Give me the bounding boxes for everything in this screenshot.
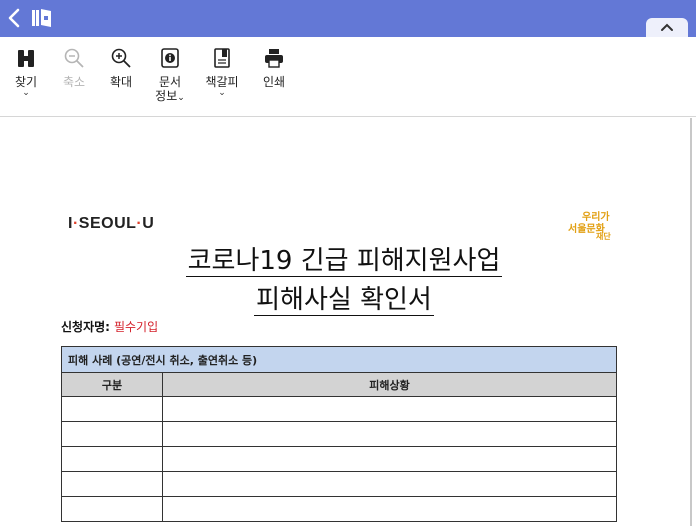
- table-row: [61, 396, 617, 422]
- zoom-in-label: 확대: [109, 75, 133, 89]
- info-icon: [161, 48, 179, 68]
- chevron-down-icon: ⌄: [22, 88, 30, 98]
- bookmark-button[interactable]: 책갈피 ⌄: [202, 47, 242, 98]
- table-cell[interactable]: [162, 421, 617, 447]
- print-label: 인쇄: [262, 75, 286, 89]
- document-info-label-2: 정보⌄: [150, 89, 190, 105]
- document-info-label-2-text: 정보: [155, 89, 178, 103]
- back-button[interactable]: [4, 5, 26, 31]
- find-label: 찾기: [14, 75, 38, 89]
- table-cell[interactable]: [162, 496, 617, 522]
- find-button[interactable]: 찾기 ⌄: [6, 47, 46, 98]
- damage-case-table: 피해 사례 (공연/전시 취소, 출연취소 등) 구분 피해상황: [61, 346, 617, 522]
- zoom-out-label: 축소: [62, 75, 86, 89]
- applicant-name-label: 신청자명:: [61, 320, 110, 334]
- title-line-2-text: 피해사실 확인서: [254, 285, 434, 316]
- table-cell[interactable]: [162, 396, 617, 422]
- printer-icon: [265, 49, 283, 68]
- document-title-line-1: 코로나19 긴급 피해지원사업: [60, 240, 628, 277]
- table-cell[interactable]: [61, 471, 163, 497]
- zoom-in-icon: [111, 48, 131, 68]
- top-app-bar: [0, 0, 696, 37]
- table-row: [61, 421, 617, 447]
- logo-part-3: U: [142, 215, 155, 232]
- table-cell[interactable]: [162, 471, 617, 497]
- chevron-down-icon: ⌄: [218, 88, 226, 98]
- print-button[interactable]: 인쇄: [254, 47, 294, 89]
- table-row: [61, 446, 617, 472]
- chevron-up-icon: [661, 23, 673, 31]
- table-cell[interactable]: [162, 446, 617, 472]
- bookmark-label: 책갈피: [205, 75, 239, 89]
- binoculars-icon: [18, 50, 34, 67]
- viewer-toolbar: 찾기 ⌄ 축소 확대 문서 정보⌄ 책갈피 ⌄ 인쇄: [0, 37, 696, 117]
- zoom-out-button[interactable]: 축소: [54, 47, 94, 89]
- applicant-name-required[interactable]: 필수기입: [114, 320, 158, 334]
- document-title-line-2: 피해사실 확인서: [60, 279, 628, 316]
- iseoulu-logo: I·SEOUL·U: [68, 215, 154, 233]
- svg-text:우리가: 우리가: [582, 210, 610, 223]
- table-cell[interactable]: [61, 421, 163, 447]
- title-line-1-text: 코로나19 긴급 피해지원사업: [185, 246, 503, 277]
- document-info-label: 문서: [158, 75, 182, 89]
- table-cell[interactable]: [61, 396, 163, 422]
- collapse-toolbar-button[interactable]: [646, 18, 688, 37]
- logo-part-2: SEOUL: [78, 215, 137, 232]
- chevron-left-icon: [8, 8, 20, 28]
- table-row: [61, 496, 617, 522]
- zoom-out-icon: [64, 48, 84, 68]
- document-info-button[interactable]: 문서 정보⌄: [150, 47, 190, 105]
- seoul-foundation-logo-icon: 우리가 서울문화 재단: [568, 210, 611, 240]
- zoom-in-button[interactable]: 확대: [101, 47, 141, 89]
- applicant-name-row: 신청자명: 필수기입: [61, 318, 158, 335]
- svg-text:재단: 재단: [596, 231, 611, 240]
- chevron-down-icon: ⌄: [177, 93, 185, 103]
- column-header-damage-status: 피해상황: [162, 372, 617, 397]
- table-cell[interactable]: [61, 446, 163, 472]
- table-row: [61, 471, 617, 497]
- column-header-category: 구분: [61, 372, 163, 397]
- open-book-icon[interactable]: [31, 8, 53, 28]
- table-cell[interactable]: [61, 496, 163, 522]
- table-section-header: 피해 사례 (공연/전시 취소, 출연취소 등): [61, 346, 617, 373]
- bookmark-icon: [214, 48, 230, 68]
